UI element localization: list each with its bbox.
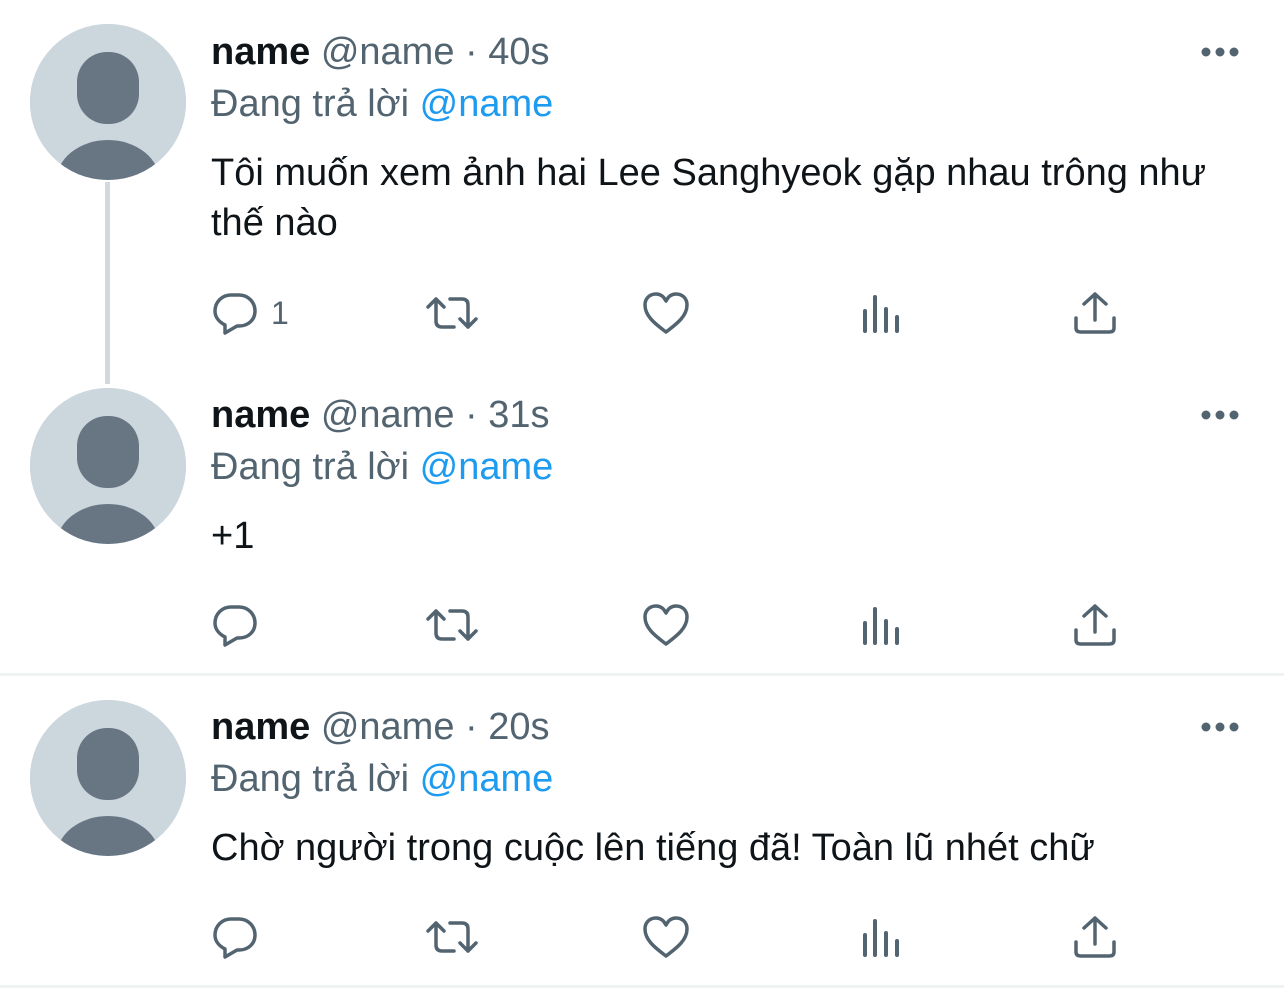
analytics-icon bbox=[859, 603, 903, 647]
analytics-icon bbox=[859, 291, 903, 335]
user-handle[interactable]: @name bbox=[321, 706, 455, 748]
replying-label: Đang trả lời bbox=[211, 83, 410, 125]
tweet-header: name @name · 20s bbox=[211, 705, 550, 749]
separator-dot: · bbox=[465, 706, 478, 748]
more-icon[interactable] bbox=[1198, 42, 1242, 62]
like-button[interactable] bbox=[641, 600, 691, 650]
reply-count: 1 bbox=[271, 294, 289, 331]
retweet-icon bbox=[424, 289, 480, 337]
tweet-text: Chờ người trong cuộc lên tiếng đã! Toàn … bbox=[211, 827, 1095, 869]
avatar[interactable] bbox=[30, 700, 186, 856]
tweet-3[interactable]: name @name · 20s Đang trả lời @name Chờ … bbox=[0, 700, 1284, 984]
tweet-header: name @name · 40s bbox=[211, 30, 550, 74]
replying-mention-link[interactable]: @name bbox=[420, 758, 554, 800]
retweet-button[interactable] bbox=[424, 600, 480, 650]
separator-dot: · bbox=[465, 31, 478, 73]
like-button[interactable] bbox=[641, 288, 691, 338]
more-icon[interactable] bbox=[1198, 405, 1242, 425]
tweet-2[interactable]: name @name · 31s Đang trả lời @name +1 bbox=[0, 388, 1284, 674]
display-name[interactable]: name bbox=[211, 394, 310, 436]
more-icon[interactable] bbox=[1198, 717, 1242, 737]
analytics-button[interactable] bbox=[859, 600, 903, 650]
replying-mention-link[interactable]: @name bbox=[420, 446, 554, 488]
display-name[interactable]: name bbox=[211, 31, 310, 73]
reply-icon bbox=[211, 913, 259, 961]
reply-icon bbox=[211, 289, 259, 337]
replying-label: Đang trả lời bbox=[211, 446, 410, 488]
heart-icon bbox=[641, 602, 691, 648]
retweet-icon bbox=[424, 913, 480, 961]
tweet-text: Tôi muốn xem ảnh hai Lee Sanghyeok gặp n… bbox=[211, 152, 1207, 244]
share-icon bbox=[1072, 290, 1118, 336]
divider bbox=[0, 673, 1284, 676]
heart-icon bbox=[641, 914, 691, 960]
timestamp[interactable]: 31s bbox=[488, 394, 549, 436]
replying-label: Đang trả lời bbox=[211, 758, 410, 800]
default-avatar-icon bbox=[30, 388, 186, 544]
like-button[interactable] bbox=[641, 912, 691, 962]
tweet-actions bbox=[211, 600, 1211, 650]
replying-to: Đang trả lời @name bbox=[211, 757, 553, 801]
retweet-button[interactable] bbox=[424, 288, 480, 338]
user-handle[interactable]: @name bbox=[321, 31, 455, 73]
analytics-icon bbox=[859, 915, 903, 959]
reply-icon bbox=[211, 601, 259, 649]
retweet-button[interactable] bbox=[424, 912, 480, 962]
tweet-1[interactable]: name @name · 40s Đang trả lời @name Tôi … bbox=[0, 0, 1284, 388]
replying-mention-link[interactable]: @name bbox=[420, 83, 554, 125]
share-icon bbox=[1072, 602, 1118, 648]
tweet-actions: 1 bbox=[211, 288, 1211, 338]
replying-to: Đang trả lời @name bbox=[211, 82, 553, 126]
tweet-actions bbox=[211, 912, 1211, 962]
timestamp[interactable]: 20s bbox=[488, 706, 549, 748]
thread-connector-line bbox=[105, 182, 110, 384]
reply-button[interactable] bbox=[211, 600, 271, 650]
reply-button[interactable]: 1 bbox=[211, 288, 289, 338]
default-avatar-icon bbox=[30, 24, 186, 180]
heart-icon bbox=[641, 290, 691, 336]
retweet-icon bbox=[424, 601, 480, 649]
display-name[interactable]: name bbox=[211, 706, 310, 748]
replying-to: Đang trả lời @name bbox=[211, 445, 553, 489]
default-avatar-icon bbox=[30, 700, 186, 856]
analytics-button[interactable] bbox=[859, 912, 903, 962]
reply-button[interactable] bbox=[211, 912, 271, 962]
avatar[interactable] bbox=[30, 388, 186, 544]
separator-dot: · bbox=[465, 394, 478, 436]
avatar[interactable] bbox=[30, 24, 186, 180]
tweet-text: +1 bbox=[211, 515, 255, 557]
timestamp[interactable]: 40s bbox=[488, 31, 549, 73]
tweet-header: name @name · 31s bbox=[211, 393, 550, 437]
analytics-button[interactable] bbox=[859, 288, 903, 338]
user-handle[interactable]: @name bbox=[321, 394, 455, 436]
share-icon bbox=[1072, 914, 1118, 960]
share-button[interactable] bbox=[1072, 600, 1118, 650]
share-button[interactable] bbox=[1072, 912, 1118, 962]
share-button[interactable] bbox=[1072, 288, 1118, 338]
